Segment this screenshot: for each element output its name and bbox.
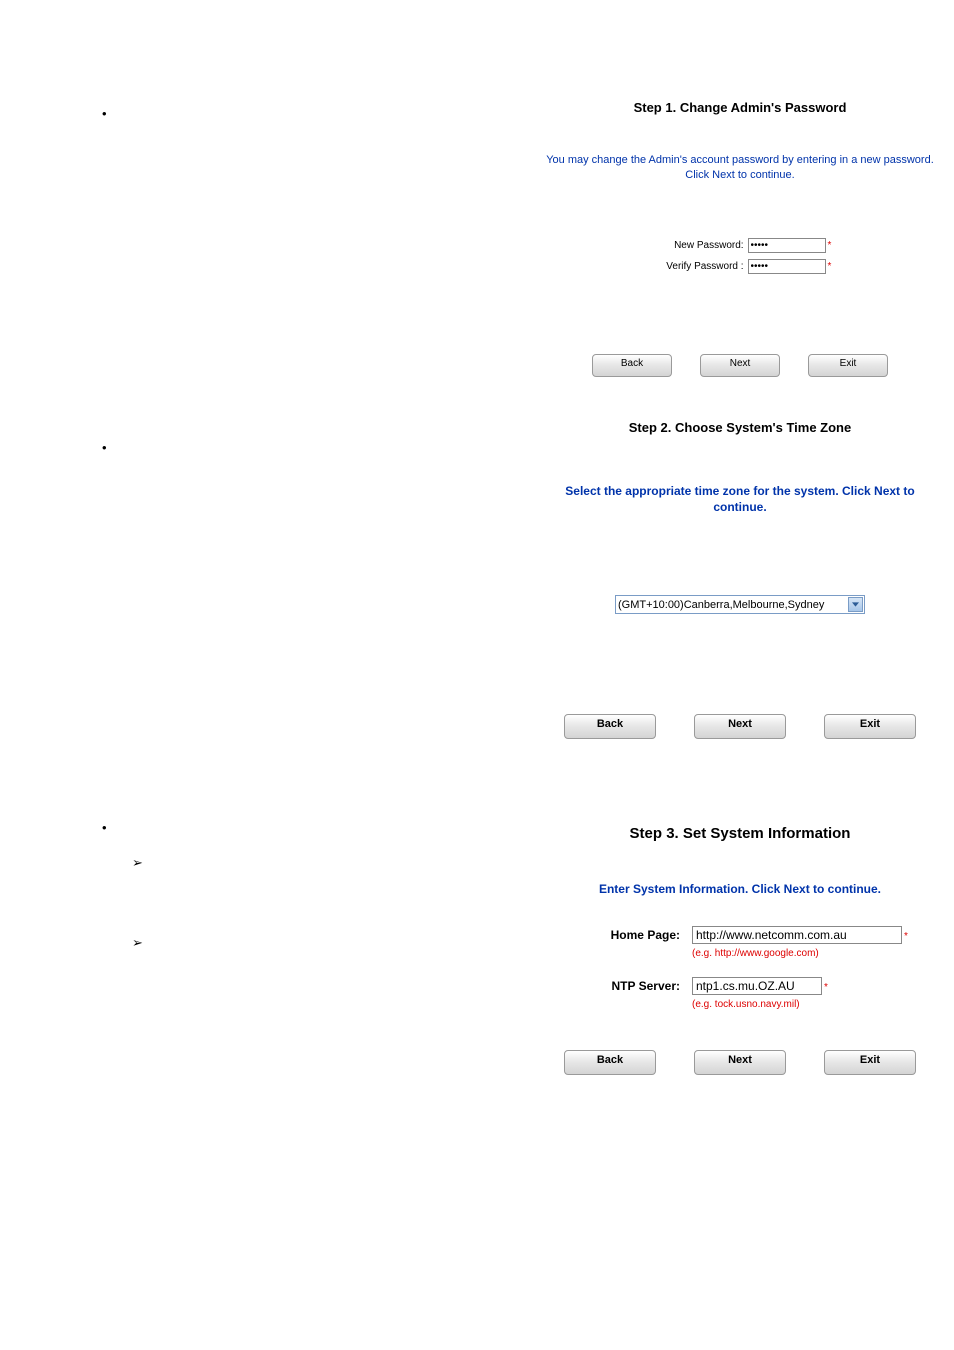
ntp-row: NTP Server: * (e.g. tock.usno.navy.mil) xyxy=(540,977,940,1010)
step1-button-row: Back Next Exit xyxy=(540,354,940,377)
ntp-label: NTP Server: xyxy=(540,977,692,993)
bullet-icon: • xyxy=(102,440,107,455)
step1-panel: Step 1. Change Admin's Password You may … xyxy=(540,100,940,377)
next-button[interactable]: Next xyxy=(700,354,780,377)
step3-title: Step 3. Set System Information xyxy=(540,825,940,842)
ntp-input[interactable] xyxy=(692,977,822,995)
chevron-down-icon xyxy=(848,597,863,612)
ntp-field: * (e.g. tock.usno.navy.mil) xyxy=(692,977,940,1010)
back-button[interactable]: Back xyxy=(564,1050,656,1075)
arrow-bullet-icon: ➢ xyxy=(132,935,143,951)
bullet-icon: • xyxy=(102,106,107,121)
arrow-bullet-icon: ➢ xyxy=(132,855,143,871)
bullet-icon: • xyxy=(102,820,107,835)
step1-instruction: You may change the Admin's account passw… xyxy=(540,153,940,183)
timezone-value: (GMT+10:00)Canberra,Melbourne,Sydney xyxy=(618,599,824,611)
verify-password-row: Verify Password : * xyxy=(649,259,832,274)
new-password-row: New Password: * xyxy=(649,238,832,253)
step3-panel: Step 3. Set System Information Enter Sys… xyxy=(540,825,940,1075)
timezone-select-wrap: (GMT+10:00)Canberra,Melbourne,Sydney xyxy=(540,595,940,614)
password-block: New Password: * Verify Password : * xyxy=(540,238,940,274)
step2-panel: Step 2. Choose System's Time Zone Select… xyxy=(540,420,940,739)
exit-button[interactable]: Exit xyxy=(824,1050,916,1075)
step2-title: Step 2. Choose System's Time Zone xyxy=(540,420,940,435)
step1-title: Step 1. Change Admin's Password xyxy=(540,100,940,115)
exit-button[interactable]: Exit xyxy=(808,354,888,377)
new-password-label: New Password: xyxy=(649,240,744,251)
timezone-select[interactable]: (GMT+10:00)Canberra,Melbourne,Sydney xyxy=(615,595,865,614)
home-page-row: Home Page: * (e.g. http://www.google.com… xyxy=(540,926,940,959)
step3-instruction: Enter System Information. Click Next to … xyxy=(540,882,940,896)
home-page-hint: (e.g. http://www.google.com) xyxy=(692,948,940,959)
system-info-block: Home Page: * (e.g. http://www.google.com… xyxy=(540,926,940,1010)
back-button[interactable]: Back xyxy=(564,714,656,739)
home-page-field: * (e.g. http://www.google.com) xyxy=(692,926,940,959)
verify-password-label: Verify Password : xyxy=(649,261,744,272)
home-page-input[interactable] xyxy=(692,926,902,944)
new-password-wrap: * xyxy=(748,238,832,253)
home-page-label: Home Page: xyxy=(540,926,692,942)
back-button[interactable]: Back xyxy=(592,354,672,377)
required-star-icon: * xyxy=(828,261,832,272)
new-password-input[interactable] xyxy=(748,238,826,253)
exit-button[interactable]: Exit xyxy=(824,714,916,739)
required-star-icon: * xyxy=(904,931,908,942)
verify-password-wrap: * xyxy=(748,259,832,274)
page: • • • ➢ ➢ Step 1. Change Admin's Passwor… xyxy=(0,0,954,1350)
verify-password-input[interactable] xyxy=(748,259,826,274)
next-button[interactable]: Next xyxy=(694,714,786,739)
required-star-icon: * xyxy=(828,240,832,251)
required-star-icon: * xyxy=(824,982,828,993)
step2-button-row: Back Next Exit xyxy=(540,714,940,739)
next-button[interactable]: Next xyxy=(694,1050,786,1075)
ntp-hint: (e.g. tock.usno.navy.mil) xyxy=(692,999,940,1010)
step3-button-row: Back Next Exit xyxy=(540,1050,940,1075)
step2-instruction: Select the appropriate time zone for the… xyxy=(540,483,940,515)
